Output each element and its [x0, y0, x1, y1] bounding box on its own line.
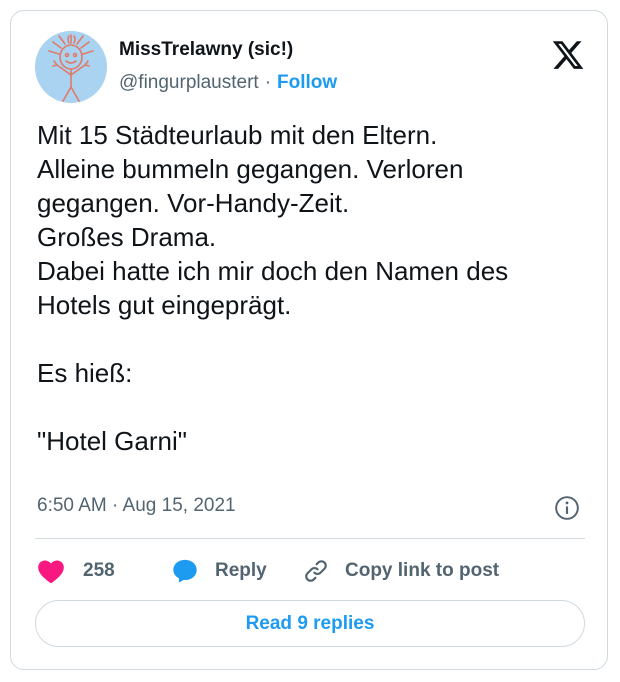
link-icon	[303, 558, 329, 584]
divider	[35, 538, 585, 539]
separator-dot: ·	[264, 72, 272, 93]
read-replies-label: Read 9 replies	[245, 612, 375, 634]
display-name[interactable]: MissTrelawny (sic!)	[119, 39, 293, 61]
user-handle[interactable]: @fingurplaustert	[119, 72, 259, 93]
reply-bubble-icon	[171, 557, 199, 585]
tweet-timestamp[interactable]: 6:50 AM · Aug 15, 2021	[37, 495, 236, 517]
copy-link-label: Copy link to post	[345, 560, 500, 581]
tweet-card: MissTrelawny (sic!) @fingurplaustert · Fol…	[10, 10, 608, 670]
reply-button[interactable]: Reply	[171, 554, 267, 588]
handle-row: @fingurplaustert · Follow	[119, 72, 337, 94]
avatar-drawing-icon	[35, 31, 107, 103]
heart-icon	[37, 558, 65, 584]
tweet-line: Großes Drama.	[37, 222, 217, 252]
like-button[interactable]: 258	[37, 554, 115, 588]
x-logo-icon[interactable]	[551, 38, 585, 72]
tweet-line: gegangen. Vor-Handy-Zeit.	[37, 188, 350, 218]
tweet-line: Hotels gut eingeprägt.	[37, 290, 292, 320]
read-replies-button[interactable]: Read 9 replies	[35, 600, 585, 647]
copy-link-button[interactable]: Copy link to post	[303, 554, 499, 588]
avatar[interactable]	[35, 31, 107, 103]
reply-label: Reply	[215, 560, 267, 581]
tweet-line: Alleine bummeln gegangen. Verloren	[37, 154, 464, 184]
info-icon[interactable]	[554, 495, 580, 521]
tweet-line: Mit 15 Städteurlaub mit den Eltern.	[37, 120, 438, 150]
tweet-text: Mit 15 Städteurlaub mit den Eltern. Alle…	[37, 118, 597, 458]
tweet-line: Dabei hatte ich mir doch den Namen des	[37, 256, 509, 286]
tweet-line: "Hotel Garni"	[37, 426, 187, 456]
follow-button[interactable]: Follow	[277, 72, 337, 93]
like-count: 258	[83, 560, 115, 581]
tweet-line: Es hieß:	[37, 358, 133, 388]
action-bar: 258 Reply Copy link to post	[37, 554, 597, 588]
